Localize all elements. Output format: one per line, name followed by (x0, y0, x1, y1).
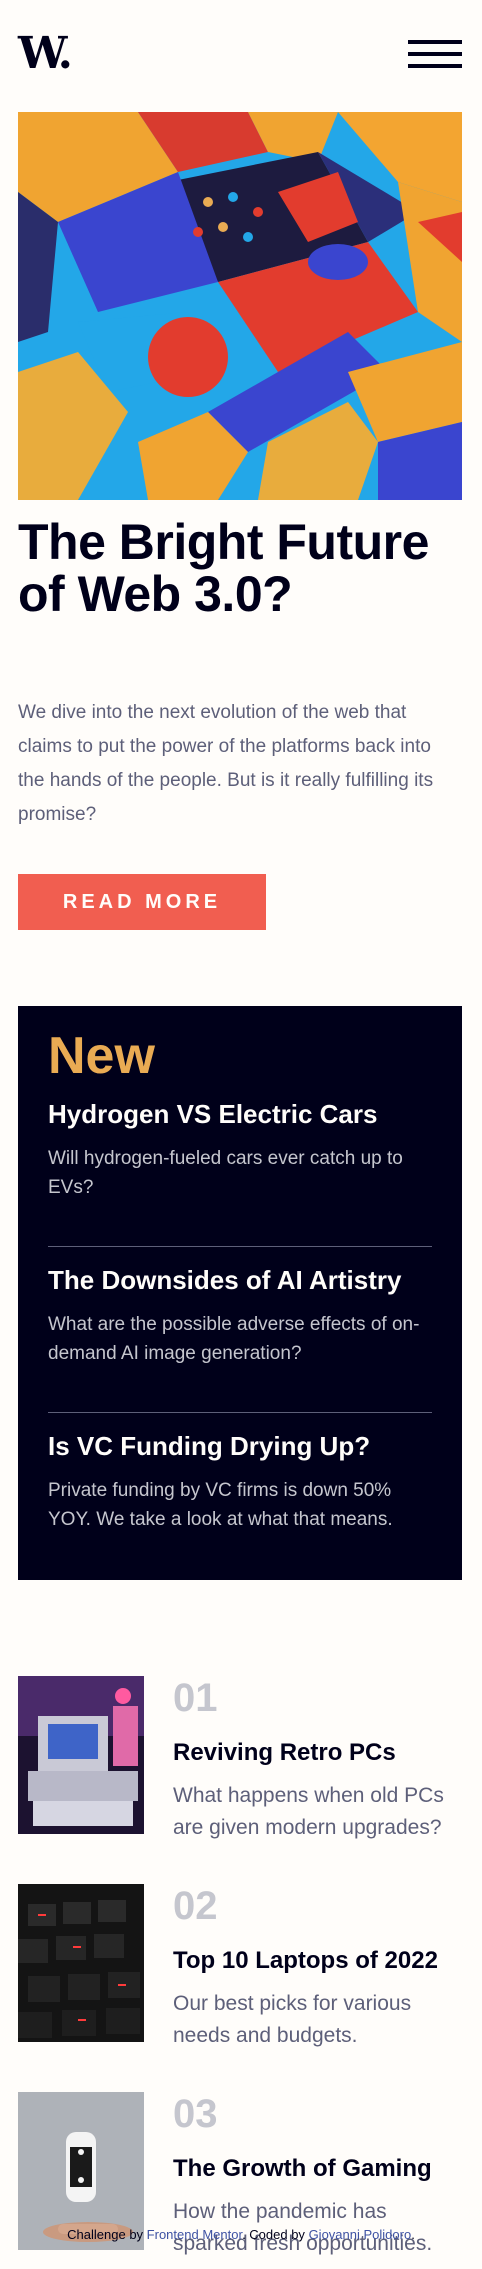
menu-line (408, 64, 462, 68)
new-articles-panel: New Hydrogen VS Electric Cars Will hydro… (18, 1006, 462, 1580)
new-item-title[interactable]: Hydrogen VS Electric Cars (48, 1098, 432, 1130)
new-item-description: Will hydrogen-fueled cars ever catch up … (48, 1148, 403, 1198)
new-item-description: What are the possible adverse effects of… (48, 1314, 420, 1364)
menu-line (408, 40, 462, 44)
footer-middle: . Coded by (242, 2227, 309, 2242)
read-more-button[interactable]: Read more (18, 874, 266, 930)
footer-suffix: . (411, 2227, 415, 2242)
new-item: Hydrogen VS Electric Cars Will hydrogen-… (48, 1098, 432, 1202)
new-section-title: New (48, 1027, 155, 1085)
laptop-keyboard-thumbnail (18, 1884, 144, 2042)
ranked-number: 02 (173, 1884, 218, 1928)
hamburger-menu-icon[interactable] (408, 40, 462, 68)
ranked-number: 01 (173, 1676, 218, 1720)
new-item-title[interactable]: Is VC Funding Drying Up? (48, 1430, 432, 1462)
footer-prefix: Challenge by (67, 2227, 147, 2242)
site-header: W. (0, 0, 482, 112)
ranked-number: 03 (173, 2092, 218, 2136)
new-item: The Downsides of AI Artistry What are th… (48, 1264, 432, 1368)
ranked-article: 02 Top 10 Laptops of 2022 Our best picks… (18, 1884, 462, 2047)
hero-title: The Bright Future of Web 3.0? (18, 514, 429, 622)
frontend-mentor-link[interactable]: Frontend Mentor (147, 2227, 242, 2242)
ranked-description: Our best picks for various needs and bud… (173, 1992, 412, 2047)
new-item: Is VC Funding Drying Up? Private funding… (48, 1430, 432, 1534)
ranked-title[interactable]: Top 10 Laptops of 2022 (173, 1946, 438, 1976)
ranked-description: What happens when old PCs are given mode… (173, 1784, 444, 1839)
divider (48, 1412, 432, 1413)
attribution-footer: Challenge by Frontend Mentor. Coded by G… (0, 2227, 482, 2242)
hero-description: We dive into the next evolution of the w… (18, 702, 434, 825)
new-item-description: Private funding by VC firms is down 50% … (48, 1480, 393, 1530)
menu-line (408, 52, 462, 56)
divider (48, 1246, 432, 1247)
ranked-article: 01 Reviving Retro PCs What happens when … (18, 1676, 462, 1839)
new-item-title[interactable]: The Downsides of AI Artistry (48, 1264, 432, 1296)
author-link[interactable]: Giovanni Polidoro (309, 2227, 412, 2242)
ranked-title[interactable]: Reviving Retro PCs (173, 1738, 396, 1768)
hero-image (18, 112, 462, 500)
ranked-title[interactable]: The Growth of Gaming (173, 2154, 432, 2184)
retro-pc-thumbnail (18, 1676, 144, 1834)
site-logo[interactable]: W. (18, 30, 73, 78)
